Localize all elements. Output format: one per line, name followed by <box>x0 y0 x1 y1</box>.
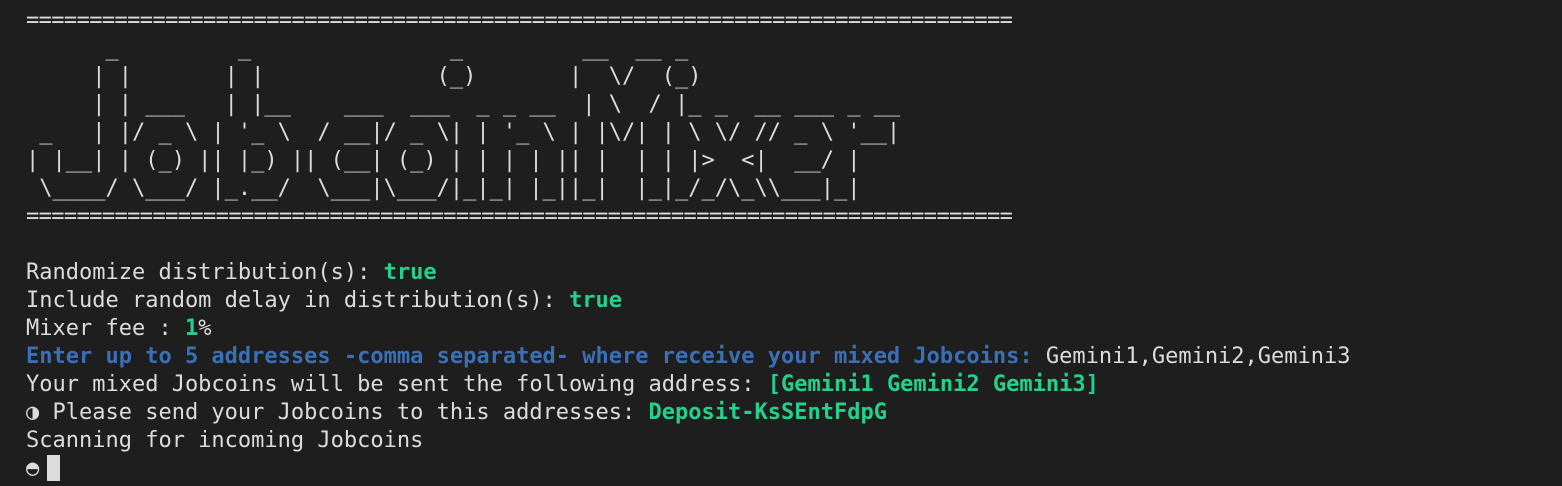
delay-value: true <box>569 288 623 313</box>
deposit-line: ◑ Please send your Jobcoins to this addr… <box>26 399 1556 427</box>
address-prompt-text: Enter up to 5 addresses -comma separated… <box>26 344 1046 369</box>
randomize-value: true <box>383 260 437 285</box>
half-circle-icon: ◑ <box>26 400 40 425</box>
banner: ========================================… <box>26 7 1556 231</box>
randomize-label: Randomize distribution(s): <box>26 260 384 285</box>
address-prompt-line: Enter up to 5 addresses -comma separated… <box>26 343 1556 371</box>
spinner-icon: ◓ <box>26 456 40 481</box>
fee-unit: % <box>198 316 212 341</box>
terminal-window[interactable]: ========================================… <box>26 7 1556 483</box>
banner-bottom-rule: ========================================… <box>26 204 1013 229</box>
sent-address-label: Your mixed Jobcoins will be sent the fol… <box>26 372 768 397</box>
text-cursor[interactable] <box>47 455 61 481</box>
deposit-label: Please send your Jobcoins to this addres… <box>39 400 649 425</box>
delay-label: Include random delay in distribution(s): <box>26 288 570 313</box>
sent-address-value: [Gemini1 Gemini2 Gemini3] <box>767 372 1099 397</box>
scanning-line: Scanning for incoming Jobcoins <box>26 428 424 453</box>
randomize-line: Randomize distribution(s): true <box>26 259 1556 287</box>
spinner-line[interactable]: ◓ <box>26 455 1556 483</box>
address-input-echo: Gemini1,Gemini2,Gemini3 <box>1045 344 1351 369</box>
fee-label: Mixer fee : <box>26 316 185 341</box>
deposit-address-value: Deposit-KsSEntFdpG <box>648 400 887 425</box>
delay-line: Include random delay in distribution(s):… <box>26 287 1556 315</box>
banner-ascii-title: _ _ _ __ __ _ | | | | (_) | \/ (_) | | _… <box>26 36 901 201</box>
fee-value: 1 <box>184 316 199 341</box>
banner-top-rule: ========================================… <box>26 8 1013 33</box>
sent-address-line: Your mixed Jobcoins will be sent the fol… <box>26 371 1556 399</box>
fee-line: Mixer fee : 1% <box>26 315 1556 343</box>
